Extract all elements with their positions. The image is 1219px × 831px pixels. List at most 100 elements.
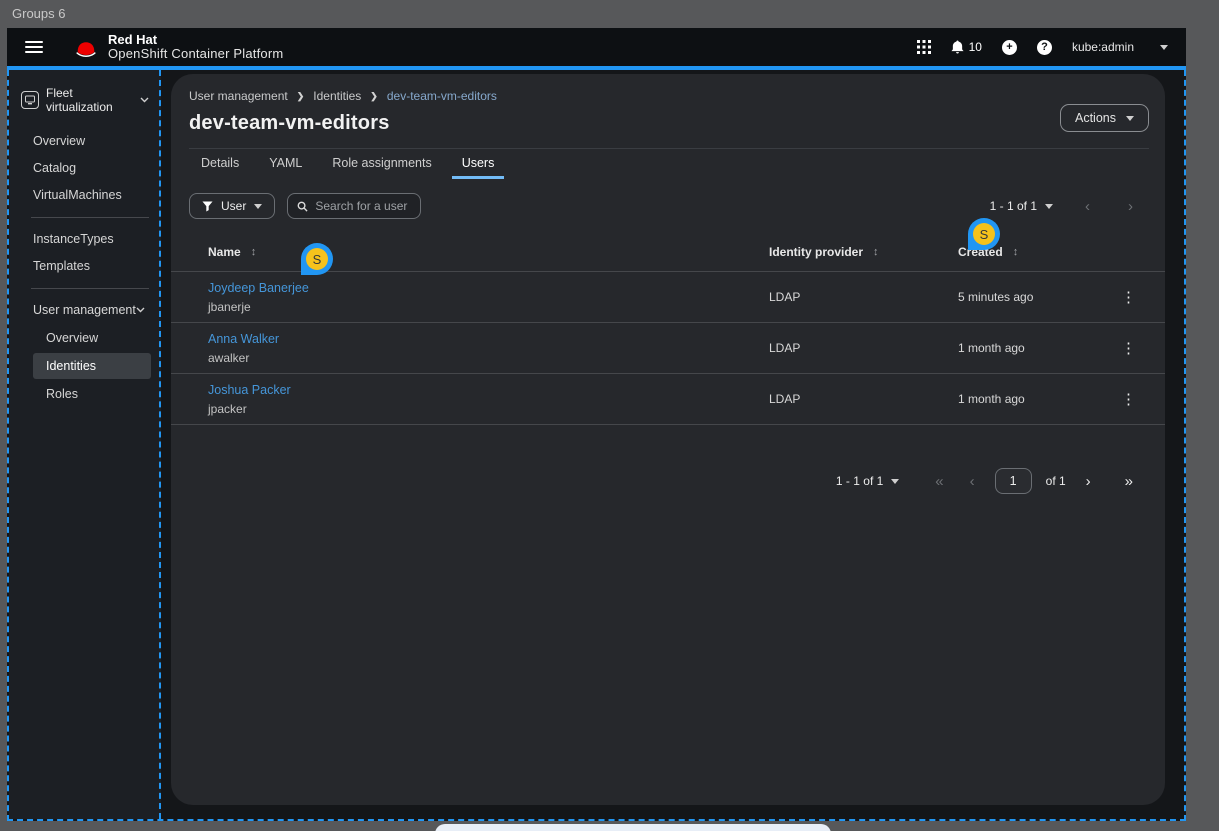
user-link[interactable]: Joshua Packer (208, 383, 291, 397)
page-title: dev-team-vm-editors (189, 112, 1149, 135)
current-page-input[interactable] (995, 468, 1032, 494)
column-label: Name (208, 245, 241, 259)
breadcrumb-identities[interactable]: Identities (313, 89, 361, 103)
perspective-switcher[interactable]: Fleet virtualization (9, 86, 159, 114)
breadcrumb-user-management[interactable]: User management (189, 89, 288, 103)
sidebar-item-um-overview[interactable]: Overview (33, 325, 151, 351)
username-text: jbanerje (208, 300, 769, 314)
table-toolbar: User 1 - 1 of 1 (171, 193, 1165, 219)
user-name-cell: Joydeep Banerjee jbanerje (208, 279, 769, 314)
plus-circle-icon: + (1002, 40, 1017, 55)
last-page-button[interactable]: » (1119, 474, 1139, 489)
sidebar-item-instancetypes[interactable]: InstanceTypes (9, 226, 159, 253)
sidebar-divider (31, 288, 149, 289)
kebab-menu-icon[interactable]: ⋮ (1113, 337, 1144, 359)
tab-details[interactable]: Details (191, 149, 249, 179)
pagination-summary: 1 - 1 of 1 (990, 199, 1037, 213)
tab-role-assignments[interactable]: Role assignments (322, 149, 441, 179)
sidebar-item-roles[interactable]: Roles (33, 381, 151, 407)
filter-icon (202, 201, 213, 212)
breadcrumb: User management ❯ Identities ❯ dev-team-… (189, 89, 1149, 103)
created-cell: 5 minutes ago (958, 290, 1108, 304)
next-page-button[interactable]: › (1122, 199, 1139, 214)
column-header-identity-provider[interactable]: Identity provider ↕ (769, 245, 958, 259)
pagination-summary-dropdown[interactable]: 1 - 1 of 1 (990, 199, 1053, 213)
help-button[interactable]: ? (1037, 40, 1052, 55)
chevron-down-icon (891, 479, 899, 484)
chevron-down-icon (1045, 204, 1053, 209)
brand-top: Red Hat (108, 33, 283, 47)
kebab-menu-icon[interactable]: ⋮ (1113, 286, 1144, 308)
user-menu[interactable]: kube:admin (1072, 40, 1168, 54)
chevron-down-icon (136, 307, 145, 313)
tab-bar: Details YAML Role assignments Users (171, 149, 1165, 179)
brand-logo[interactable]: Red Hat OpenShift Container Platform (71, 33, 283, 62)
chevron-down-icon (1160, 45, 1168, 50)
desktop: Groups 6 Red Hat OpenShift Container Pla… (0, 0, 1219, 831)
app-launcher-icon[interactable] (917, 40, 931, 54)
pagination-summary-dropdown[interactable]: 1 - 1 of 1 (836, 474, 899, 488)
sidebar-item-identities[interactable]: Identities (33, 353, 151, 379)
app-body: Fleet virtualization Overview Catalog Vi… (7, 70, 1186, 821)
perspective-label: Fleet virtualization (46, 86, 133, 114)
masthead: Red Hat OpenShift Container Platform 10 … (7, 28, 1186, 66)
sidebar: Fleet virtualization Overview Catalog Vi… (9, 70, 161, 819)
filter-dropdown[interactable]: User (189, 193, 275, 219)
actions-button[interactable]: Actions (1060, 104, 1149, 132)
chevron-right-icon: ❯ (297, 91, 305, 102)
question-circle-icon: ? (1037, 40, 1052, 55)
username-text: jpacker (208, 402, 769, 416)
notifications-bell[interactable]: 10 (951, 40, 982, 54)
app-window: Red Hat OpenShift Container Platform 10 … (7, 28, 1186, 821)
chevron-right-icon: ❯ (370, 91, 378, 102)
username-text: awalker (208, 351, 769, 365)
page-header: User management ❯ Identities ❯ dev-team-… (171, 74, 1165, 149)
chevron-down-icon (1126, 116, 1134, 121)
sidebar-item-overview[interactable]: Overview (9, 128, 159, 155)
prev-page-button[interactable]: ‹ (964, 474, 981, 489)
created-cell: 1 month ago (958, 341, 1108, 355)
pagination-summary: 1 - 1 of 1 (836, 474, 883, 488)
menu-toggle-icon[interactable] (25, 41, 43, 53)
user-link[interactable]: Anna Walker (208, 332, 279, 346)
table-row: Joshua Packer jpacker LDAP 1 month ago ⋮ (171, 374, 1165, 425)
sort-icon[interactable]: ↕ (251, 246, 257, 258)
sort-icon[interactable]: ↕ (1013, 246, 1019, 258)
chevron-down-icon (254, 204, 262, 209)
username: kube:admin (1072, 40, 1134, 54)
annotation-marker-s: S (301, 243, 333, 275)
prev-page-button[interactable]: ‹ (1079, 199, 1096, 214)
filter-label: User (221, 199, 246, 213)
content-card: User management ❯ Identities ❯ dev-team-… (171, 74, 1165, 805)
tab-users[interactable]: Users (452, 149, 505, 179)
redhat-hat-icon (71, 39, 101, 61)
annotation-marker-label: S (973, 223, 995, 245)
breadcrumb-current: dev-team-vm-editors (387, 89, 497, 103)
top-pagination: 1 - 1 of 1 ‹ › (990, 199, 1139, 214)
sidebar-item-catalog[interactable]: Catalog (9, 155, 159, 182)
user-name-cell: Joshua Packer jpacker (208, 381, 769, 416)
sidebar-item-virtualmachines[interactable]: VirtualMachines (9, 182, 159, 209)
user-link[interactable]: Joydeep Banerjee (208, 281, 309, 295)
kebab-menu-icon[interactable]: ⋮ (1113, 388, 1144, 410)
sidebar-section-user-management[interactable]: User management (9, 297, 159, 323)
main-area: User management ❯ Identities ❯ dev-team-… (161, 70, 1184, 819)
table-row: Joydeep Banerjee jbanerje LDAP 5 minutes… (171, 272, 1165, 323)
sort-icon[interactable]: ↕ (873, 246, 879, 258)
quick-create-button[interactable]: + (1002, 40, 1017, 55)
search-icon (297, 201, 308, 212)
identity-provider-cell: LDAP (769, 341, 958, 355)
next-page-button[interactable]: › (1080, 474, 1097, 489)
tab-yaml[interactable]: YAML (259, 149, 312, 179)
created-cell: 1 month ago (958, 392, 1108, 406)
table-row: Anna Walker awalker LDAP 1 month ago ⋮ (171, 323, 1165, 374)
first-page-button[interactable]: « (929, 474, 949, 489)
virtualization-icon (21, 91, 39, 109)
sidebar-item-templates[interactable]: Templates (9, 253, 159, 280)
search-field[interactable] (287, 193, 421, 219)
bottom-tooltip-partial (435, 824, 831, 831)
identity-provider-cell: LDAP (769, 392, 958, 406)
header-divider (189, 148, 1149, 149)
column-header-name[interactable]: Name ↕ (208, 245, 769, 259)
search-input[interactable] (315, 199, 411, 213)
